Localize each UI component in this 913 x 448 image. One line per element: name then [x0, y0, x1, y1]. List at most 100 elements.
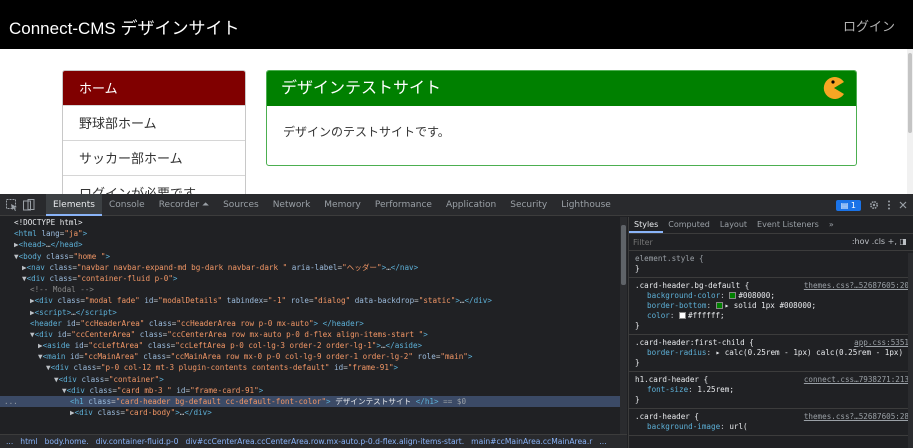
css-source-link[interactable]: app.css:5351	[854, 338, 909, 348]
login-link[interactable]: ログイン	[843, 16, 895, 35]
menu-item-home[interactable]: ホーム	[63, 71, 245, 106]
css-declaration[interactable]: background-image: url(	[635, 422, 907, 432]
css-rule[interactable]: .card-header.bg-default {themes.css?…526…	[629, 278, 913, 335]
tab-recorder[interactable]: Recorder ⏶	[152, 194, 216, 216]
css-rule[interactable]: element.style {}	[629, 251, 913, 278]
dom-node[interactable]: ▶<head>…</head>	[0, 239, 627, 250]
tab-styles[interactable]: Styles	[629, 217, 664, 233]
close-icon[interactable]	[899, 201, 907, 209]
dom-node[interactable]: ▶<script>…</script>	[0, 307, 627, 318]
dom-node[interactable]: ▼<div id="ccCenterArea" class="ccCenterA…	[0, 329, 627, 340]
menu-item-login-required[interactable]: ログインが必要です	[63, 176, 245, 194]
more-options-icon[interactable]	[887, 200, 891, 210]
styles-scrollbar[interactable]	[908, 253, 913, 448]
scrollbar-thumb[interactable]	[621, 225, 626, 285]
tab-layout[interactable]: Layout	[715, 217, 752, 233]
inspect-element-icon[interactable]	[5, 198, 19, 212]
css-rule[interactable]: h1.card-header {connect.css…7938271:213 f…	[629, 372, 913, 409]
elements-tree[interactable]: <!DOCTYPE html> <html lang="ja"> ▶<head>…<…	[0, 217, 627, 434]
css-declaration[interactable]: background-color: #008000;	[635, 291, 907, 301]
breadcrumb-item[interactable]: body.home.	[45, 437, 89, 446]
devtools-panel: Elements Console Recorder ⏶ Sources Netw…	[0, 194, 913, 448]
dom-node-markup: <header id="ccHeaderArea" class="ccHeade…	[30, 318, 364, 328]
dom-node-markup: ▼<div class="p-0 col-12 mt-3 plugin-cont…	[46, 363, 399, 373]
dom-node-markup: <!-- Modal -->	[30, 285, 95, 295]
dom-node[interactable]: ▶<aside id="ccLeftArea" class="ccLeftAre…	[0, 340, 627, 351]
tab-performance[interactable]: Performance	[368, 194, 439, 216]
card-header: デザインテストサイト	[267, 71, 856, 106]
css-property-name: color	[647, 311, 670, 320]
breadcrumb-item[interactable]: ...	[599, 437, 606, 446]
page-scrollbar[interactable]	[907, 49, 913, 194]
breadcrumb-item[interactable]: html	[20, 437, 37, 446]
dom-node[interactable]: ▼<body class="home ">	[0, 251, 627, 262]
devtools-toolbar-right: ▤ 1	[835, 194, 907, 216]
elements-scrollbar[interactable]	[620, 217, 627, 434]
device-toolbar-icon[interactable]	[22, 198, 36, 212]
css-property-name: border-bottom	[647, 301, 707, 310]
tab-security[interactable]: Security	[503, 194, 554, 216]
css-rule-close: }	[635, 321, 640, 330]
tab-event-listeners[interactable]: Event Listeners	[752, 217, 824, 233]
breadcrumb-item[interactable]: ...	[6, 437, 13, 446]
color-swatch[interactable]	[729, 292, 737, 299]
dom-node[interactable]: <header id="ccHeaderArea" class="ccHeade…	[0, 318, 627, 329]
tab-sources[interactable]: Sources	[216, 194, 266, 216]
css-rule[interactable]: .card-header {themes.css?…52687605:28 bac…	[629, 409, 913, 436]
node-actions-icon[interactable]: ...	[4, 396, 18, 407]
menu-item-baseball[interactable]: 野球部ホーム	[63, 106, 245, 141]
css-rule-close: }	[635, 358, 640, 367]
styles-filter-input[interactable]	[633, 236, 803, 248]
menu-item-soccer[interactable]: サッカー部ホーム	[63, 141, 245, 176]
gear-icon[interactable]	[869, 200, 879, 210]
dom-node-markup: ▼<div id="ccCenterArea" class="ccCenterA…	[30, 329, 428, 339]
dom-node-markup: ▶<div class="card-body">…</div>	[70, 408, 212, 418]
dom-node[interactable]: <!-- Modal -->	[0, 284, 627, 295]
css-source-link[interactable]: themes.css?…52687605:28	[804, 412, 909, 422]
css-rule-close: }	[635, 395, 640, 404]
dom-node[interactable]: ▼<main id="ccMainArea" class="ccMainArea…	[0, 351, 627, 362]
css-source-link[interactable]: themes.css?…52687605:20	[804, 281, 909, 291]
dom-node[interactable]: ▼<div class="container-fluid p-0">	[0, 273, 627, 284]
breadcrumb-item[interactable]: div#ccCenterArea.ccCenterArea.row.mx-aut…	[185, 437, 464, 446]
breadcrumb-item[interactable]: main#ccMainArea.ccMainArea.r	[471, 437, 592, 446]
css-property-value: ▸ solid 1px #008000;	[724, 301, 817, 310]
dom-node[interactable]: ▼<div class="card mb-3 " id="frame-card-…	[0, 385, 627, 396]
color-swatch[interactable]	[715, 302, 723, 309]
styles-filter-tools[interactable]: :hov .cls +, ◨	[852, 237, 907, 246]
scrollbar-thumb[interactable]	[908, 53, 912, 133]
dom-node-selected[interactable]: ... <h1 class="card-header bg-default cc-…	[0, 396, 627, 408]
brand-link[interactable]: Connect-CMS デザインサイト	[9, 14, 239, 39]
tab-network[interactable]: Network	[266, 194, 318, 216]
tab-console[interactable]: Console	[102, 194, 152, 216]
dom-node[interactable]: ▶<div class="modal fade" id="modalDetail…	[0, 295, 627, 306]
css-declaration[interactable]: border-radius: ▸ calc(0.25rem - 1px) cal…	[635, 348, 913, 358]
css-selector: element.style {	[635, 254, 704, 263]
dom-node[interactable]: ▼<div class="p-0 col-12 mt-3 plugin-cont…	[0, 362, 627, 373]
css-declaration[interactable]: border-bottom: ▸ solid 1px #008000;	[635, 301, 907, 311]
dom-node[interactable]: ▶<div class="card-body">…</div>	[0, 407, 627, 418]
dom-node-markup: <h1 class="card-header bg-default cc-def…	[70, 397, 467, 406]
css-rule[interactable]: .card-header:first-child {app.css:5351 bo…	[629, 335, 913, 372]
tab-application[interactable]: Application	[439, 194, 503, 216]
more-tabs-chevron[interactable]: »	[824, 217, 839, 233]
css-declaration[interactable]: font-size: 1.25rem;	[635, 385, 907, 395]
css-source-link[interactable]: connect.css…7938271:213	[804, 375, 909, 385]
breadcrumb-item[interactable]: div.container-fluid.p-0	[96, 437, 179, 446]
dom-node[interactable]: <html lang="ja">	[0, 228, 627, 239]
css-declaration[interactable]: color: #ffffff;	[635, 311, 907, 321]
tab-computed[interactable]: Computed	[663, 217, 715, 233]
tab-elements[interactable]: Elements	[46, 194, 102, 216]
dom-node[interactable]: ▶<nav class="navbar navbar-expand-md bg-…	[0, 262, 627, 273]
dom-node-markup: ▶<script>…</script>	[30, 307, 117, 317]
dom-node[interactable]: ▼<div class="container">	[0, 374, 627, 385]
dom-node-markup: ▶<div class="modal fade" id="modalDetail…	[30, 296, 492, 306]
tab-lighthouse[interactable]: Lighthouse	[554, 194, 618, 216]
tab-memory[interactable]: Memory	[317, 194, 368, 216]
dom-node[interactable]: <!DOCTYPE html>	[0, 217, 627, 228]
menu-item-label: ホーム	[79, 81, 118, 96]
dom-node-markup: ▼<main id="ccMainArea" class="ccMainArea…	[38, 352, 473, 362]
color-swatch[interactable]	[679, 312, 687, 319]
issues-badge[interactable]: ▤ 1	[835, 199, 861, 211]
css-property-value: #ffffff;	[688, 311, 725, 320]
